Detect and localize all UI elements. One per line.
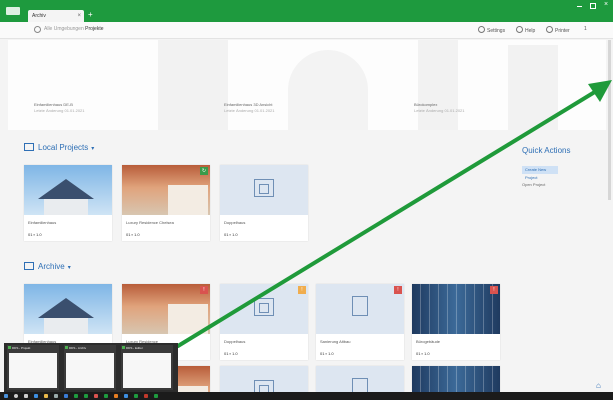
- app-dot-icon: [65, 346, 68, 349]
- preview-label: DDS - Archiv: [69, 346, 87, 350]
- app-icon[interactable]: [84, 394, 88, 398]
- edge-icon[interactable]: [34, 394, 38, 398]
- taskview-icon[interactable]: [24, 394, 28, 398]
- preview-label: DDS - Projekt: [12, 346, 31, 350]
- taskbar-preview[interactable]: DDS - Projekt: [7, 345, 59, 390]
- corner-help-icon[interactable]: ⌂: [596, 381, 601, 390]
- preview-label: DDS - Editor: [126, 346, 143, 350]
- arrow-shaft: [176, 88, 600, 348]
- preview-body: [123, 353, 171, 388]
- preview-body: [9, 353, 57, 388]
- app-dot-icon: [122, 346, 125, 349]
- preview-body: [66, 353, 114, 388]
- taskbar-preview-strip: DDS - Projekt DDS - Archiv DDS - Editor: [4, 343, 178, 392]
- arrow-head: [588, 80, 612, 102]
- app-icon[interactable]: [74, 394, 78, 398]
- app-icon[interactable]: [94, 394, 98, 398]
- app-icon[interactable]: [114, 394, 118, 398]
- app-icon[interactable]: [134, 394, 138, 398]
- start-icon[interactable]: [4, 394, 8, 398]
- annotation-arrow: [176, 80, 612, 348]
- taskbar-preview[interactable]: DDS - Archiv: [64, 345, 116, 390]
- app-dot-icon: [8, 346, 11, 349]
- store-icon[interactable]: [54, 394, 58, 398]
- app-icon[interactable]: [124, 394, 128, 398]
- app-icon[interactable]: [154, 394, 158, 398]
- folder-icon[interactable]: [44, 394, 48, 398]
- taskbar-preview[interactable]: DDS - Editor: [121, 345, 173, 390]
- taskbar: [0, 392, 613, 400]
- search-icon[interactable]: [14, 394, 18, 398]
- mail-icon[interactable]: [64, 394, 68, 398]
- app-icon[interactable]: [104, 394, 108, 398]
- app-icon[interactable]: [144, 394, 148, 398]
